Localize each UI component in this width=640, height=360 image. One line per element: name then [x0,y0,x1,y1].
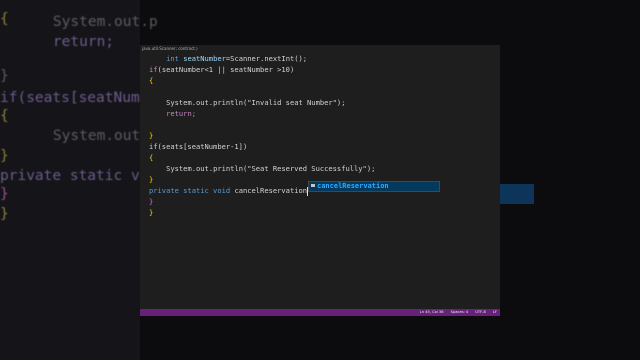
bg-line-10: } [0,186,9,202]
code-line: if(seatNumber<1 || seatNumber >10) [149,64,375,75]
bg-line-1: System.out.p [18,14,158,30]
code-line: } [149,207,375,218]
keyword-if: if [149,65,158,74]
bg-line-7: System.out.p [18,128,158,144]
method-modifiers: private static void [149,186,231,195]
code-line: System.out.println("Invalid seat Number"… [149,97,375,108]
close-brace: } [149,208,154,217]
code-line: { [149,152,375,163]
breadcrumb[interactable]: java.util.Scanner; contract.⟩ [140,45,500,53]
variable-seatnumber: seatNumber [183,54,226,63]
bg-line-6: { [0,108,9,124]
background-suggestion-highlight [500,184,534,204]
status-encoding[interactable]: UTF-8 [475,310,485,314]
println-invalid: System.out.println("Invalid seat Number"… [166,98,346,107]
status-cursor-position[interactable]: Ln 45, Col 36 [420,310,444,314]
background-right-panel [500,0,640,360]
open-brace: { [149,153,154,162]
if-seats-check: if(seats[seatNumber-1]) [149,142,248,151]
keyword-return: return; [166,109,196,118]
bg-line-5: if(seats[seatNumb [0,90,149,106]
abc-word-icon [311,184,315,187]
bg-brace: { [0,11,9,27]
bg-line-2: return; [18,34,115,50]
open-brace: { [149,76,154,85]
println-success: System.out.println("Seat Reserved Succes… [166,164,376,173]
autocomplete-label: cancelReservation [317,182,389,190]
close-brace: } [149,131,154,140]
code-line: { [149,75,375,86]
code-line: int seatNumber=Scanner.nextInt(); [149,53,375,64]
bg-line-8: } [0,148,9,164]
background-left-panel: { System.out.p return; } if(seats[seatNu… [0,0,158,360]
status-eol[interactable]: LF [493,310,497,314]
status-indentation[interactable]: Spaces: 4 [451,310,468,314]
code-editor[interactable]: java.util.Scanner; contract.⟩ int seatNu… [140,45,500,316]
code-line: } [149,130,375,141]
status-bar: Ln 45, Col 36 Spaces: 4 UTF-8 LF [140,309,500,316]
scanner-call: =Scanner.nextInt(); [225,54,308,63]
autocomplete-widget[interactable]: cancelReservation [308,181,440,192]
bg-line-4: } [0,68,9,84]
code-area[interactable]: int seatNumber=Scanner.nextInt(); if(sea… [149,53,375,218]
code-line: if(seats[seatNumber-1]) [149,141,375,152]
method-name-typing: cancelReservation [234,186,308,195]
close-brace: } [149,175,154,184]
bg-line-11: } [0,206,9,222]
autocomplete-item[interactable]: cancelReservation [309,182,439,191]
code-line: } [149,196,375,207]
code-line: System.out.println("Seat Reserved Succes… [149,163,375,174]
code-line: return; [149,108,375,119]
bg-line-9: private static vo [0,168,149,184]
if-condition: (seatNumber<1 || seatNumber >10) [157,65,295,74]
close-brace: } [149,197,154,206]
keyword-int: int [166,54,179,63]
